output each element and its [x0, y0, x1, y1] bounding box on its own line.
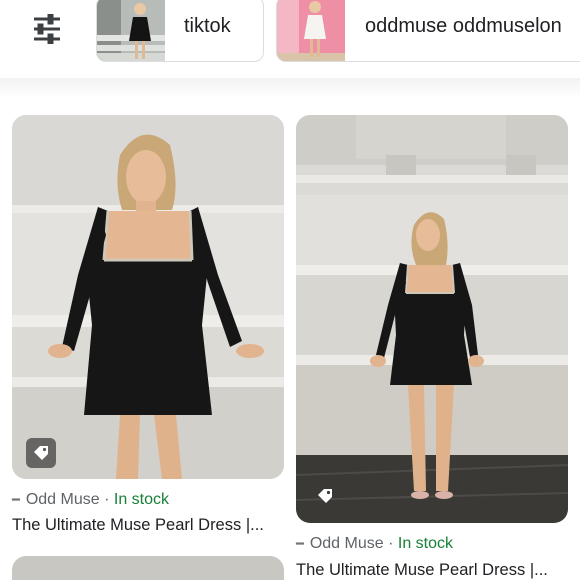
- meta-separator: ·: [388, 535, 394, 552]
- source-name: Odd Muse: [25, 491, 100, 508]
- result-meta: ━ Odd Muse · In stock: [296, 535, 453, 553]
- price-tag-icon: [34, 446, 48, 460]
- source-favicon-icon: ━: [12, 492, 20, 507]
- chip-label: tiktok: [184, 15, 231, 37]
- availability-status: In stock: [113, 491, 170, 508]
- chip-thumbnail: [97, 0, 165, 61]
- tune-sliders-icon: [34, 14, 60, 44]
- meta-separator: ·: [104, 491, 110, 508]
- related-searches-bar: tiktok oddmuse oddmuselon: [0, 0, 580, 78]
- source-favicon-icon: ━: [296, 536, 304, 551]
- next-result-image[interactable]: [12, 556, 284, 580]
- filter-button[interactable]: [30, 14, 64, 44]
- shopping-tag-badge[interactable]: [310, 481, 340, 511]
- result-image[interactable]: [12, 115, 284, 479]
- chip-label: oddmuse oddmuselon: [365, 15, 562, 37]
- result-meta: ━ Odd Muse · In stock: [12, 491, 169, 509]
- price-tag-icon: [318, 489, 332, 503]
- result-title[interactable]: The Ultimate Muse Pearl Dress |...: [296, 561, 564, 580]
- chip-oddmuse[interactable]: oddmuse oddmuselon: [276, 0, 580, 62]
- chip-tiktok[interactable]: tiktok: [96, 0, 264, 62]
- availability-status: In stock: [397, 535, 454, 552]
- section-divider: [0, 78, 580, 98]
- chip-thumbnail: [277, 0, 345, 61]
- image-search-results: tiktok oddmuse oddmuselon ━ Odd Muse · I…: [0, 0, 580, 580]
- shopping-tag-badge[interactable]: [26, 438, 56, 468]
- result-image[interactable]: [296, 115, 568, 523]
- source-name: Odd Muse: [309, 535, 384, 552]
- result-title[interactable]: The Ultimate Muse Pearl Dress |...: [12, 516, 280, 535]
